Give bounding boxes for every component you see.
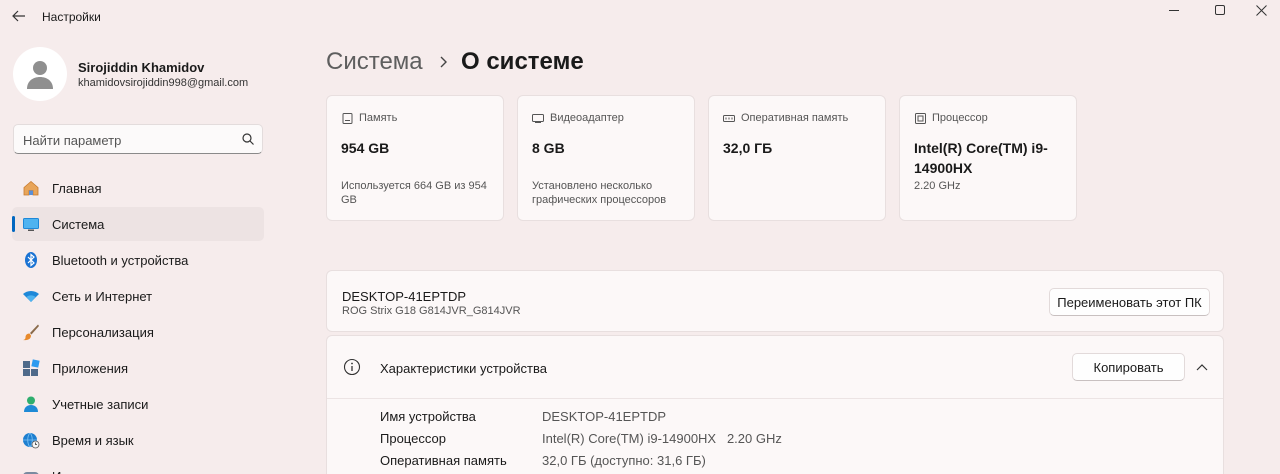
sidebar-item-gaming[interactable]: И	[12, 459, 264, 474]
title-bar: Настройки	[0, 0, 1280, 34]
spec-row: Процессор Intel(R) Core(TM) i9-14900HX 2…	[380, 431, 1200, 449]
gpu-card[interactable]: Видеоадаптер 8 GB Установлено несколько …	[517, 95, 695, 221]
spec-key: Процессор	[380, 431, 446, 446]
sidebar-item-label: Сеть и Интернет	[52, 289, 153, 304]
search-box[interactable]	[13, 124, 263, 154]
sidebar-item-home[interactable]: Главная	[12, 171, 264, 205]
sidebar-item-label: Система	[52, 217, 105, 232]
minimize-button[interactable]	[1151, 0, 1197, 20]
spec-value: 32,0 ГБ (доступно: 31,6 ГБ)	[542, 453, 706, 468]
user-avatar-icon	[27, 61, 53, 89]
bluetooth-icon	[22, 251, 40, 269]
app-title: Настройки	[42, 10, 101, 24]
card-note: Установлено несколько графических процес…	[532, 180, 667, 206]
card-value: 954 GB	[341, 140, 390, 156]
back-button[interactable]	[8, 5, 30, 27]
card-label: Память	[359, 112, 398, 124]
chevron-right-icon	[440, 56, 447, 68]
game-icon	[22, 467, 40, 474]
card-label: Оперативная память	[741, 112, 849, 124]
sidebar-item-personalization[interactable]: Персонализация	[12, 315, 264, 349]
spec-value: DESKTOP-41EPTDP	[542, 409, 667, 424]
storage-icon	[341, 112, 353, 124]
sidebar-item-label: Приложения	[52, 361, 129, 376]
ram-icon	[723, 112, 735, 124]
card-value: 8 GB	[532, 140, 565, 156]
maximize-button[interactable]	[1197, 0, 1243, 20]
page-title: О системе	[461, 48, 584, 75]
cpu-card[interactable]: Процессор Intel(R) Core(TM) i9-14900HX 2…	[899, 95, 1077, 221]
sidebar-item-system[interactable]: Система	[12, 207, 264, 241]
card-value: Intel(R) Core(TM) i9-14900HX	[914, 140, 1048, 176]
maximize-icon	[1214, 4, 1225, 15]
pc-model: ROG Strix G18 G814JVR_G814JVR	[342, 305, 521, 317]
spec-key: Оперативная память	[380, 453, 507, 468]
card-label: Видеоадаптер	[550, 112, 624, 124]
spec-row: Имя устройства DESKTOP-41EPTDP	[380, 409, 1200, 427]
breadcrumb-parent[interactable]: Система	[326, 48, 423, 76]
sidebar-item-label: Bluetooth и устройства	[52, 253, 189, 268]
monitor-icon	[22, 215, 40, 233]
chevron-up-icon[interactable]	[1195, 361, 1209, 375]
sidebar-item-accounts[interactable]: Учетные записи	[12, 387, 264, 421]
search-icon[interactable]	[241, 132, 255, 146]
sidebar-item-label: Главная	[52, 181, 102, 196]
card-note: Используется 664 GB из 954 GB	[341, 180, 487, 206]
brush-icon	[22, 323, 40, 341]
cpu-icon	[914, 112, 926, 124]
copy-button[interactable]: Копировать	[1072, 353, 1185, 381]
wifi-icon	[22, 287, 40, 305]
back-arrow-icon	[12, 10, 25, 22]
sidebar-item-time-language[interactable]: Время и язык	[12, 423, 264, 457]
gpu-icon	[532, 112, 544, 124]
card-label: Процессор	[932, 112, 988, 124]
home-icon	[22, 179, 40, 197]
sidebar-item-network[interactable]: Сеть и Интернет	[12, 279, 264, 313]
search-input[interactable]	[23, 131, 233, 149]
user-email: khamidovsirojiddin998@gmail.com	[78, 77, 249, 89]
sidebar-item-label: И	[52, 469, 61, 474]
card-value: 32,0 ГБ	[723, 140, 773, 156]
device-specs-header[interactable]: Характеристики устройства Копировать	[327, 336, 1223, 399]
close-icon	[1255, 4, 1267, 16]
sidebar: Sirojiddin Khamidov khamidovsirojiddin99…	[0, 34, 280, 474]
avatar[interactable]	[13, 47, 67, 101]
minimize-icon	[1168, 9, 1179, 11]
sidebar-item-bluetooth[interactable]: Bluetooth и устройства	[12, 243, 264, 277]
sidebar-item-label: Время и язык	[52, 433, 134, 448]
user-name: Sirojiddin Khamidov	[78, 60, 205, 75]
close-button[interactable]	[1238, 0, 1280, 20]
apps-icon	[22, 359, 40, 377]
spec-value: Intel(R) Core(TM) i9-14900HX 2.20 GHz	[542, 431, 782, 446]
pc-name: DESKTOP-41EPTDP	[342, 289, 467, 304]
rename-pc-button[interactable]: Переименовать этот ПК	[1049, 288, 1210, 316]
sidebar-item-apps[interactable]: Приложения	[12, 351, 264, 385]
info-icon	[343, 358, 361, 376]
sidebar-nav: Главная Система Bluetooth и устройства С…	[12, 171, 264, 474]
spec-key: Имя устройства	[380, 409, 476, 424]
device-specs-card: Характеристики устройства Копировать Имя…	[326, 335, 1224, 474]
sidebar-item-label: Учетные записи	[52, 397, 149, 412]
card-note: 2.20 GHz	[914, 180, 961, 192]
person-icon	[22, 395, 40, 413]
globe-clock-icon	[22, 431, 40, 449]
storage-card[interactable]: Память 954 GB Используется 664 GB из 954…	[326, 95, 504, 221]
sidebar-item-label: Персонализация	[52, 325, 154, 340]
device-specs-title: Характеристики устройства	[380, 361, 547, 376]
pc-name-card: DESKTOP-41EPTDP ROG Strix G18 G814JVR_G8…	[326, 270, 1224, 332]
spec-row: Оперативная память 32,0 ГБ (доступно: 31…	[380, 453, 1200, 471]
ram-card[interactable]: Оперативная память 32,0 ГБ	[708, 95, 886, 221]
